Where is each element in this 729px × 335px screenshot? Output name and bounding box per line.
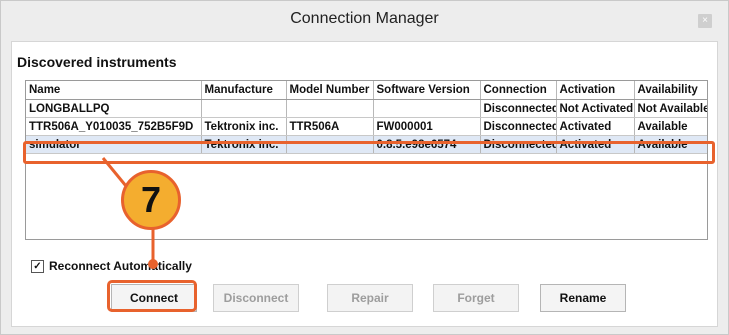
connector-dot [148,259,158,269]
callout-connector [101,157,158,269]
connector-to-row [101,157,128,187]
step-number-badge: 7 [121,170,181,230]
